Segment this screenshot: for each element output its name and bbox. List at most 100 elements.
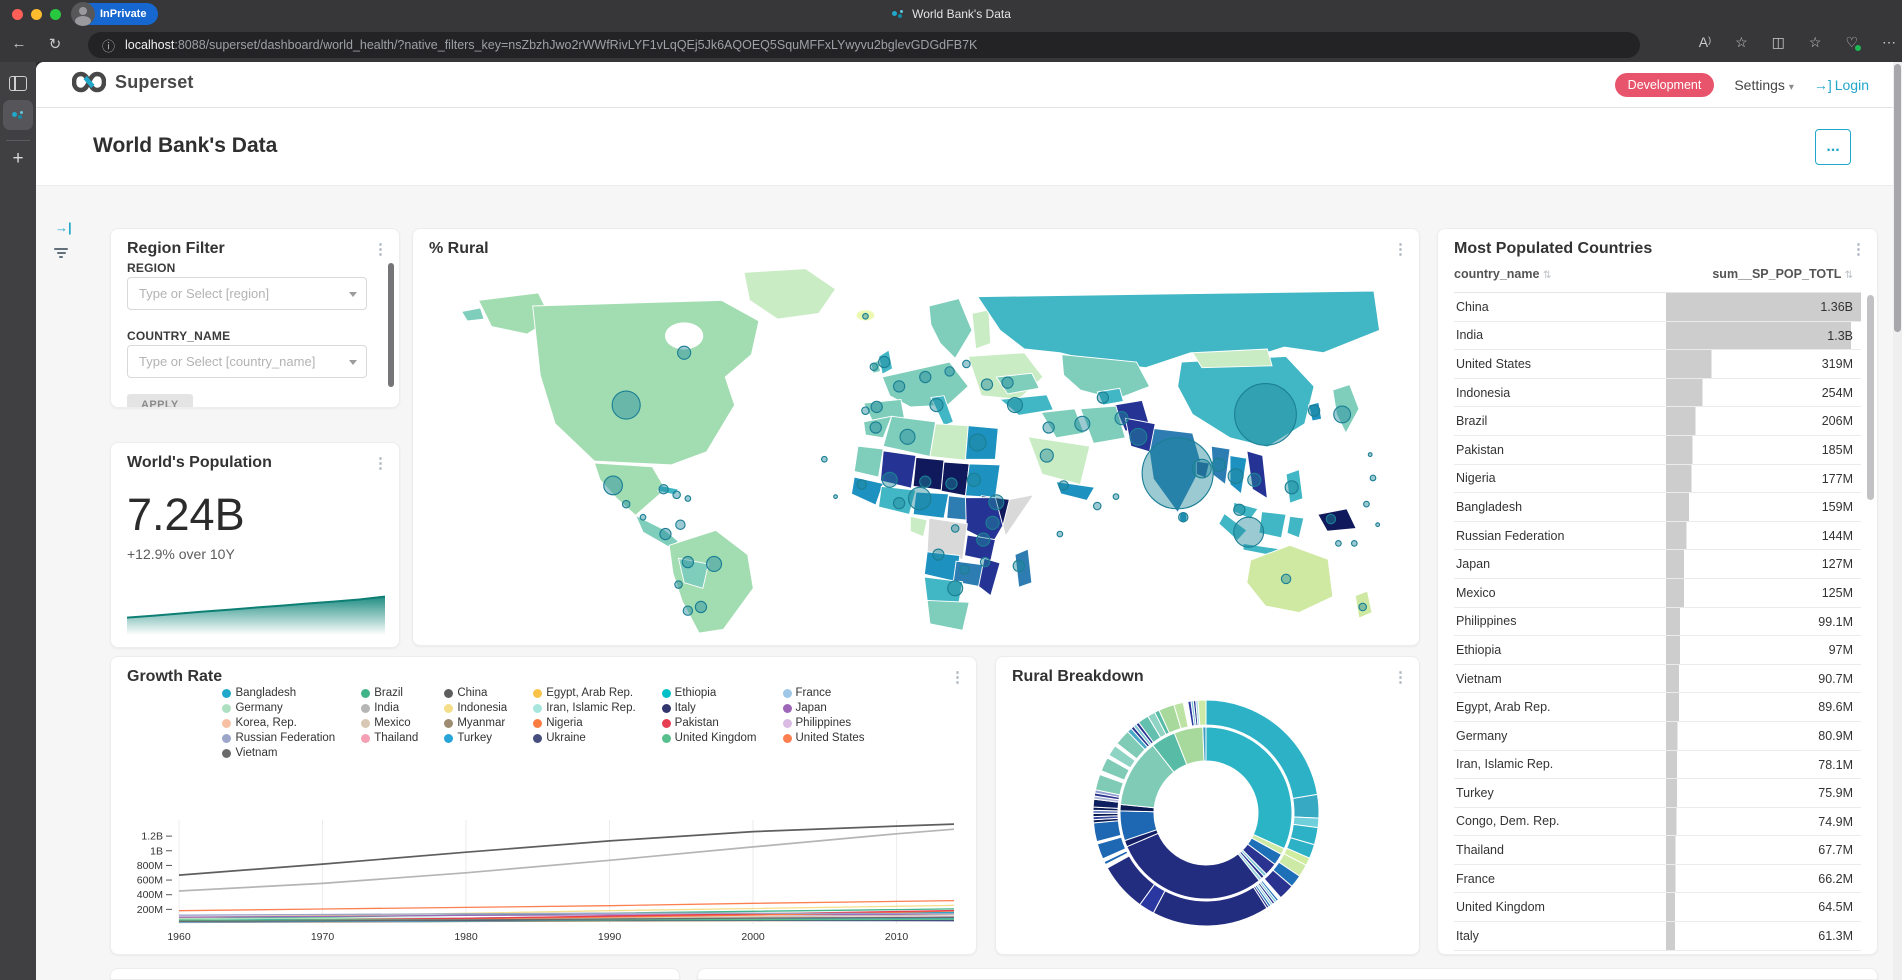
map-bubble[interactable]	[967, 473, 980, 486]
superset-logo[interactable]: Superset	[72, 71, 194, 93]
legend-item[interactable]: Ukraine	[533, 732, 635, 744]
legend-item[interactable]: India	[361, 702, 418, 714]
filter-scrollbar[interactable]	[388, 263, 394, 387]
legend-item[interactable]: Germany	[222, 702, 335, 714]
map-bubble[interactable]	[862, 407, 869, 414]
map-bubble[interactable]	[678, 346, 691, 359]
map-bubble[interactable]	[870, 363, 877, 370]
apply-filter-button[interactable]: APPLY	[127, 394, 193, 408]
site-info-icon[interactable]: ⓘ	[102, 36, 115, 55]
map-bubble[interactable]	[1285, 481, 1298, 494]
table-row[interactable]: Iran, Islamic Rep.78.1M	[1454, 751, 1861, 780]
map-bubble[interactable]	[969, 434, 986, 451]
map-bubble[interactable]	[946, 478, 957, 489]
map-bubble[interactable]	[695, 601, 706, 612]
map-bubble[interactable]	[1308, 405, 1319, 416]
legend-item[interactable]: Korea, Rep.	[222, 717, 335, 729]
map-bubble[interactable]	[951, 525, 958, 532]
legend-item[interactable]: Ethiopia	[662, 687, 757, 699]
map-bubble[interactable]	[612, 391, 640, 419]
map-bubble[interactable]	[1075, 416, 1090, 431]
table-row[interactable]: Mexico125M	[1454, 579, 1861, 608]
map-bubble[interactable]	[945, 367, 954, 376]
legend-item[interactable]: Mexico	[361, 717, 418, 729]
map-bubble[interactable]	[977, 533, 990, 546]
table-row[interactable]: Bangladesh159M	[1454, 493, 1861, 522]
map-bubble[interactable]	[682, 556, 693, 567]
map-bubble[interactable]	[908, 487, 930, 509]
kebab-menu-icon[interactable]: ⋮	[1851, 240, 1866, 258]
legend-item[interactable]: Japan	[783, 702, 865, 714]
map-bubble[interactable]	[707, 556, 722, 571]
map-bubble[interactable]	[882, 472, 897, 487]
map-bubble[interactable]	[1130, 428, 1147, 445]
country-name-select[interactable]: Type or Select [country_name]	[127, 345, 367, 378]
map-bubble[interactable]	[986, 516, 999, 529]
table-row[interactable]: India1.3B	[1454, 322, 1861, 351]
page-scrollbar[interactable]	[1893, 62, 1902, 980]
map-bubble[interactable]	[857, 480, 866, 489]
map-bubble[interactable]	[673, 491, 680, 498]
split-screen-icon[interactable]: ◫	[1772, 34, 1785, 51]
map-bubble[interactable]	[640, 514, 646, 520]
map-bubble[interactable]	[1193, 459, 1212, 478]
map-bubble[interactable]	[1359, 603, 1366, 610]
map-bubble[interactable]	[604, 476, 623, 495]
map-bubble[interactable]	[1113, 494, 1119, 500]
reload-icon[interactable]: ↻	[44, 35, 66, 53]
table-row[interactable]: Nigeria177M	[1454, 465, 1861, 494]
map-bubble[interactable]	[1364, 501, 1370, 507]
table-row[interactable]: Russian Federation144M	[1454, 522, 1861, 551]
map-bubble[interactable]	[870, 422, 881, 433]
read-aloud-icon[interactable]: A	[1699, 34, 1711, 51]
region-select[interactable]: Type or Select [region]	[127, 277, 367, 310]
map-bubble[interactable]	[879, 356, 890, 367]
table-row[interactable]: China1.36B	[1454, 293, 1861, 322]
table-row[interactable]: United Kingdom64.5M	[1454, 893, 1861, 922]
table-row[interactable]: Egypt, Arab Rep.89.6M	[1454, 693, 1861, 722]
map-bubble[interactable]	[1281, 574, 1290, 583]
table-row[interactable]: Thailand67.7M	[1454, 836, 1861, 865]
new-tab-button[interactable]: +	[8, 148, 28, 170]
browser-tab[interactable]: World Bank's Data	[0, 0, 1902, 28]
map-bubble[interactable]	[1248, 473, 1261, 486]
map-bubble[interactable]	[963, 360, 970, 367]
map-bubble[interactable]	[1013, 560, 1024, 571]
map-bubble[interactable]	[1097, 392, 1108, 403]
favorites-bar-icon[interactable]: ☆	[1809, 34, 1822, 51]
map-bubble[interactable]	[1336, 541, 1342, 547]
legend-item[interactable]: United States	[783, 732, 865, 744]
filter-funnel-icon[interactable]	[53, 246, 69, 260]
address-bar[interactable]: ⓘ localhost:8088/superset/dashboard/worl…	[88, 32, 1640, 58]
column-header-country[interactable]: country_name ⇅	[1454, 267, 1666, 292]
table-row[interactable]: Indonesia254M	[1454, 379, 1861, 408]
legend-item[interactable]: Nigeria	[533, 717, 635, 729]
map-bubble[interactable]	[660, 528, 671, 539]
map-bubble[interactable]	[659, 485, 668, 494]
legend-item[interactable]: Italy	[662, 702, 757, 714]
browser-menu-icon[interactable]: ⋯	[1882, 34, 1896, 51]
kebab-menu-icon[interactable]: ⋮	[950, 668, 965, 686]
active-tab-tile[interactable]	[3, 100, 33, 130]
world-choropleth-map[interactable]	[427, 263, 1403, 635]
sort-icon[interactable]: ⇅	[1845, 270, 1853, 281]
map-bubble[interactable]	[1179, 513, 1188, 522]
map-bubble[interactable]	[622, 500, 629, 507]
map-bubble[interactable]	[894, 498, 905, 509]
login-button[interactable]: →]Login	[1814, 77, 1869, 93]
legend-item[interactable]: Pakistan	[662, 717, 757, 729]
table-row[interactable]: Congo, Dem. Rep.74.9M	[1454, 808, 1861, 837]
legend-item[interactable]: Russian Federation	[222, 732, 335, 744]
table-row[interactable]: Ethiopia97M	[1454, 636, 1861, 665]
table-row[interactable]: Vietnam90.7M	[1454, 665, 1861, 694]
kebab-menu-icon[interactable]: ⋮	[1393, 240, 1408, 258]
map-bubble[interactable]	[933, 549, 944, 560]
table-row[interactable]: Germany80.9M	[1454, 722, 1861, 751]
legend-item[interactable]: Egypt, Arab Rep.	[533, 687, 635, 699]
table-row[interactable]: Japan127M	[1454, 550, 1861, 579]
table-row[interactable]: Brazil206M	[1454, 407, 1861, 436]
map-bubble[interactable]	[1376, 523, 1380, 527]
map-bubble[interactable]	[900, 429, 915, 444]
map-bubble[interactable]	[675, 581, 682, 588]
legend-item[interactable]: United Kingdom	[662, 732, 757, 744]
